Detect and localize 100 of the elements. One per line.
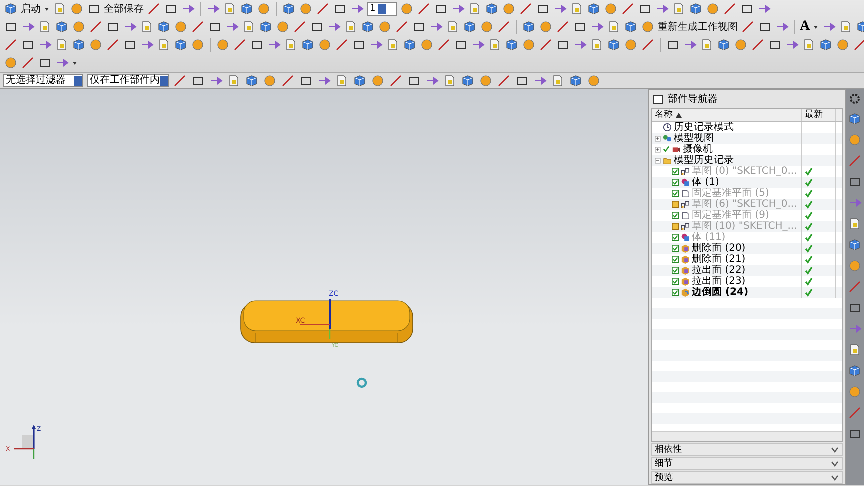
square-icon[interactable] <box>573 20 587 34</box>
line-icon[interactable] <box>539 38 553 52</box>
cube-icon[interactable] <box>819 38 833 52</box>
tree-item-label[interactable]: 摄像机 <box>683 144 713 155</box>
checkbox[interactable] <box>672 179 679 186</box>
line-icon[interactable] <box>4 38 18 52</box>
sphere-icon[interactable] <box>378 20 392 34</box>
sphere-icon[interactable] <box>502 2 516 16</box>
sphere-icon[interactable] <box>604 2 618 16</box>
checkbox[interactable] <box>672 168 679 175</box>
arrow-icon[interactable] <box>369 38 383 52</box>
square-icon[interactable] <box>164 2 178 16</box>
cube-icon[interactable] <box>301 38 315 52</box>
square-icon[interactable] <box>106 20 120 34</box>
cube-icon[interactable] <box>689 2 703 16</box>
arrow-icon[interactable] <box>429 20 443 34</box>
cube-icon[interactable] <box>463 20 477 34</box>
line-icon[interactable] <box>519 2 533 16</box>
selection-filter-dropdown[interactable]: 无选择过滤器 <box>3 74 83 87</box>
cube-icon[interactable] <box>569 74 583 88</box>
arrow-icon[interactable] <box>206 2 220 16</box>
sphere-icon[interactable] <box>587 74 601 88</box>
checkbox[interactable] <box>672 234 679 241</box>
cube-icon[interactable] <box>624 20 638 34</box>
sphere-icon[interactable] <box>624 38 638 52</box>
cube-icon[interactable] <box>4 2 18 16</box>
line-icon[interactable] <box>395 20 409 34</box>
section-header[interactable]: 细节 <box>651 457 843 470</box>
square-icon[interactable] <box>123 38 137 52</box>
line-icon[interactable] <box>335 38 349 52</box>
cube-icon[interactable] <box>587 2 601 16</box>
checkbox[interactable] <box>672 212 679 219</box>
line-icon[interactable] <box>641 38 655 52</box>
cube-icon[interactable] <box>717 38 731 52</box>
line-icon[interactable] <box>106 38 120 52</box>
layer-dropdown[interactable]: 1 <box>367 2 397 16</box>
line-icon[interactable] <box>147 2 161 16</box>
cube-icon[interactable] <box>245 74 259 88</box>
collapse-icon[interactable] <box>655 158 661 164</box>
arrow-icon[interactable] <box>590 20 604 34</box>
arrow-icon[interactable] <box>350 2 364 16</box>
tree-item-label[interactable]: 拉出面 (23) <box>692 276 746 287</box>
line-icon[interactable] <box>437 38 451 52</box>
sheet-icon[interactable] <box>468 2 482 16</box>
checkbox[interactable] <box>672 278 679 285</box>
arrow-icon[interactable] <box>267 38 281 52</box>
line-icon[interactable] <box>497 20 511 34</box>
cube-icon[interactable] <box>282 2 296 16</box>
sphere-icon[interactable] <box>479 74 493 88</box>
line-icon[interactable] <box>21 56 35 70</box>
line-icon[interactable] <box>497 74 511 88</box>
sheet-icon[interactable] <box>551 74 565 88</box>
square-icon[interactable] <box>352 38 366 52</box>
square-icon[interactable] <box>556 38 570 52</box>
start-menu[interactable]: 启动 <box>21 2 41 16</box>
tree-item-label[interactable]: 体 (1) <box>692 177 720 188</box>
sphere-icon[interactable] <box>70 2 84 16</box>
sheet-icon[interactable] <box>607 20 621 34</box>
horizontal-scrollbar[interactable] <box>652 431 842 441</box>
caret-icon[interactable] <box>72 60 78 66</box>
square-icon[interactable] <box>434 2 448 16</box>
sheet-icon[interactable] <box>443 74 457 88</box>
arrow-icon[interactable] <box>38 38 52 52</box>
sheet-icon[interactable] <box>700 38 714 52</box>
section-header[interactable]: 相依性 <box>651 443 843 456</box>
text-tool-button[interactable]: A <box>800 19 810 35</box>
sheet-icon[interactable] <box>335 74 349 88</box>
line-icon[interactable] <box>741 20 755 34</box>
cube-icon[interactable] <box>461 74 475 88</box>
square-icon[interactable] <box>208 20 222 34</box>
cube-icon[interactable] <box>55 20 69 34</box>
expand-icon[interactable] <box>655 146 661 152</box>
cube-icon[interactable] <box>174 38 188 52</box>
arrow-icon[interactable] <box>21 20 35 34</box>
arrow-icon[interactable] <box>822 20 836 34</box>
cube-icon[interactable] <box>522 20 536 34</box>
checkbox[interactable] <box>672 267 679 274</box>
sphere-icon[interactable] <box>706 2 720 16</box>
cube-icon[interactable] <box>72 38 86 52</box>
arrow-icon[interactable] <box>451 2 465 16</box>
cube-icon[interactable] <box>505 38 519 52</box>
sphere-icon[interactable] <box>522 38 536 52</box>
line-icon[interactable] <box>556 20 570 34</box>
square-icon[interactable] <box>21 38 35 52</box>
square-icon[interactable] <box>333 2 347 16</box>
expand-icon[interactable] <box>655 136 661 142</box>
section-header[interactable]: 预览 <box>651 471 843 484</box>
arrow-icon[interactable] <box>471 38 485 52</box>
sheet-icon[interactable] <box>848 343 862 357</box>
cube-icon[interactable] <box>848 364 862 378</box>
sphere-icon[interactable] <box>836 38 850 52</box>
checkbox[interactable] <box>672 201 679 208</box>
cube-icon[interactable] <box>485 2 499 16</box>
sheet-icon[interactable] <box>386 38 400 52</box>
sphere-icon[interactable] <box>400 2 414 16</box>
column-header[interactable]: 最新 <box>802 109 836 121</box>
arrow-icon[interactable] <box>785 38 799 52</box>
line-icon[interactable] <box>853 38 864 52</box>
checkbox[interactable] <box>672 256 679 263</box>
checkbox[interactable] <box>672 223 679 230</box>
